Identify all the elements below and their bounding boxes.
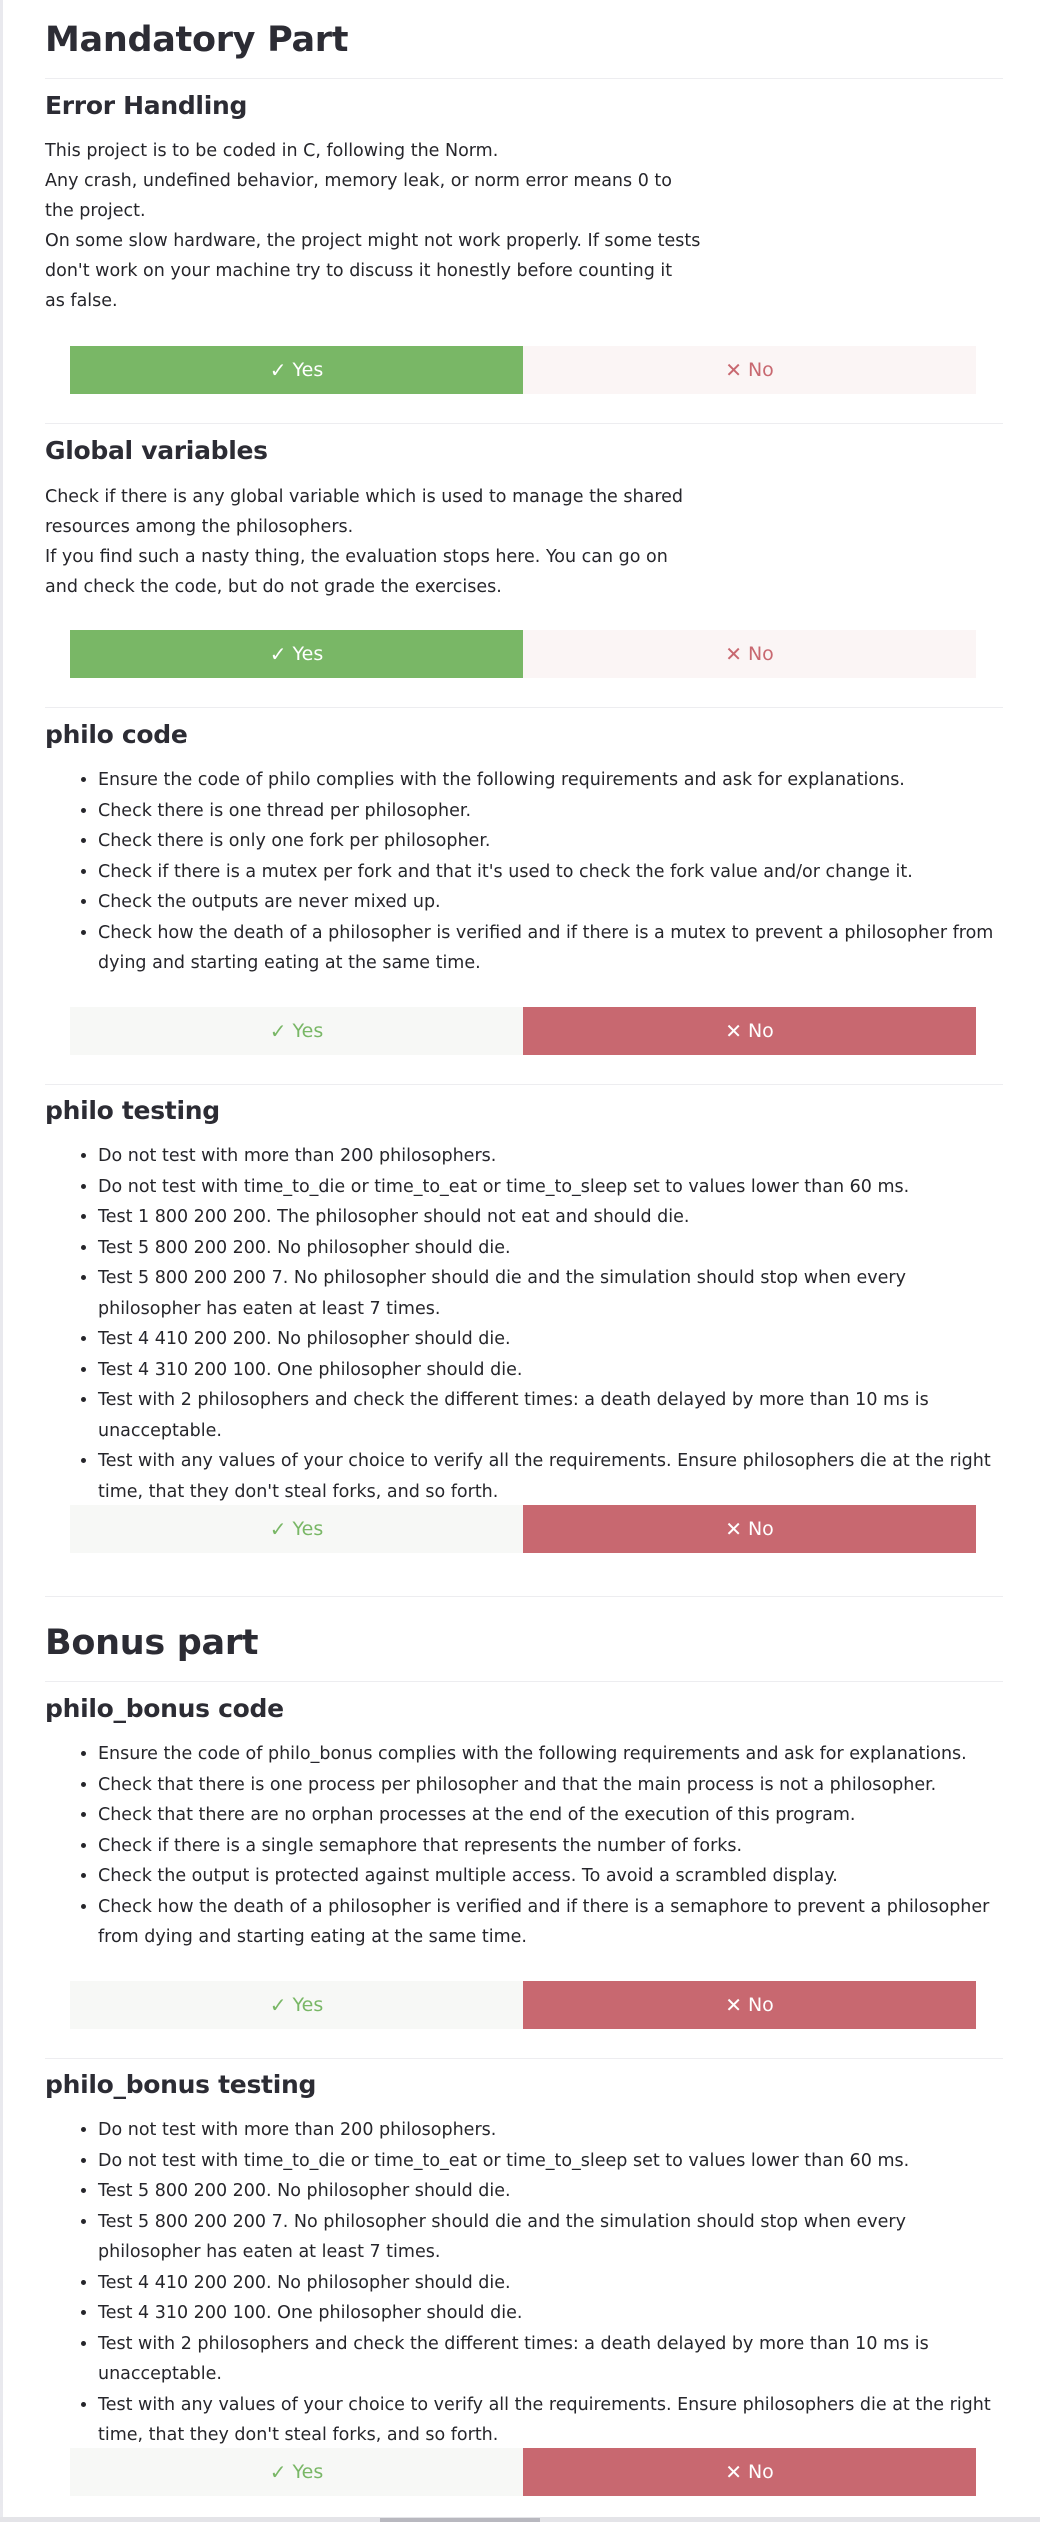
- check-icon: ✓: [269, 1993, 287, 2017]
- error-handling-description: This project is to be coded in C, follow…: [45, 136, 700, 316]
- yes-label: Yes: [292, 643, 324, 665]
- philo-bonus-code-title: philo_bonus code: [45, 1694, 284, 1723]
- divider: [45, 1596, 1003, 1597]
- philo-code-no-button[interactable]: ✕ No: [523, 1007, 976, 1055]
- list-item: Test 5 800 200 200 7. No philosopher sho…: [98, 2207, 1005, 2268]
- description-line: the project.: [45, 201, 146, 221]
- check-icon: ✓: [269, 358, 287, 382]
- list-item: Do not test with more than 200 philosoph…: [98, 1141, 1005, 1172]
- list-item: Do not test with time_to_die or time_to_…: [98, 1172, 1005, 1203]
- list-item: Check if there is a mutex per fork and t…: [98, 857, 1005, 888]
- global-variables-yes-button[interactable]: ✓ Yes: [70, 630, 523, 678]
- list-item: Test with 2 philosophers and check the d…: [98, 2329, 1005, 2390]
- no-label: No: [747, 2461, 774, 2483]
- check-icon: ✓: [269, 2460, 287, 2484]
- list-item: Check the outputs are never mixed up.: [98, 887, 1005, 918]
- philo-bonus-code-no-button[interactable]: ✕ No: [523, 1981, 976, 2029]
- yes-label: Yes: [292, 1518, 324, 1540]
- error-handling-title: Error Handling: [45, 91, 248, 120]
- philo-testing-no-button[interactable]: ✕ No: [523, 1505, 976, 1553]
- check-icon: ✓: [269, 1517, 287, 1541]
- divider: [45, 707, 1003, 708]
- list-item: Ensure the code of philo_bonus complies …: [98, 1739, 1005, 1770]
- yes-label: Yes: [292, 1020, 324, 1042]
- list-item: Ensure the code of philo complies with t…: [98, 765, 1005, 796]
- cross-icon: ✕: [725, 1019, 742, 1043]
- philo-bonus-code-yes-button[interactable]: ✓ Yes: [70, 1981, 523, 2029]
- list-item: Check there is only one fork per philoso…: [98, 826, 1005, 857]
- bonus-part-title: Bonus part: [45, 1623, 259, 1663]
- philo-bonus-testing-checklist: Do not test with more than 200 philosoph…: [45, 2115, 1005, 2451]
- mandatory-part-title: Mandatory Part: [45, 20, 349, 60]
- cross-icon: ✕: [725, 1517, 742, 1541]
- list-item: Test 1 800 200 200. The philosopher shou…: [98, 1202, 1005, 1233]
- yes-label: Yes: [292, 2461, 324, 2483]
- list-item: Test 4 410 200 200. No philosopher shoul…: [98, 1324, 1005, 1355]
- cross-icon: ✕: [725, 358, 742, 382]
- philo-testing-title: philo testing: [45, 1096, 220, 1125]
- no-label: No: [747, 1518, 774, 1540]
- list-item: Test 4 310 200 100. One philosopher shou…: [98, 1355, 1005, 1386]
- yes-label: Yes: [292, 1994, 324, 2016]
- bottom-scrollbar-thumb[interactable]: [380, 2518, 540, 2522]
- list-item: Check how the death of a philosopher is …: [98, 918, 1005, 979]
- description-line: Any crash, undefined behavior, memory le…: [45, 171, 672, 191]
- philo-bonus-testing-no-button[interactable]: ✕ No: [523, 2448, 976, 2496]
- philo-bonus-code-checklist: Ensure the code of philo_bonus complies …: [45, 1739, 1005, 1953]
- list-item: Check that there is one process per phil…: [98, 1770, 1005, 1801]
- left-border: [0, 0, 3, 2522]
- philo-code-title: philo code: [45, 720, 188, 749]
- philo-bonus-testing-yes-button[interactable]: ✓ Yes: [70, 2448, 523, 2496]
- list-item: Check that there are no orphan processes…: [98, 1800, 1005, 1831]
- list-item: Test with 2 philosophers and check the d…: [98, 1385, 1005, 1446]
- philo-code-checklist: Ensure the code of philo complies with t…: [45, 765, 1005, 979]
- description-line: On some slow hardware, the project might…: [45, 231, 701, 251]
- list-item: Test 4 410 200 200. No philosopher shoul…: [98, 2268, 1005, 2299]
- divider: [45, 1084, 1003, 1085]
- divider: [45, 2058, 1003, 2059]
- list-item: Check there is one thread per philosophe…: [98, 796, 1005, 827]
- error-handling-no-button[interactable]: ✕ No: [523, 346, 976, 394]
- list-item: Check if there is a single semaphore tha…: [98, 1831, 1005, 1862]
- list-item: Test 5 800 200 200. No philosopher shoul…: [98, 1233, 1005, 1264]
- check-icon: ✓: [269, 642, 287, 666]
- list-item: Test 4 310 200 100. One philosopher shou…: [98, 2298, 1005, 2329]
- list-item: Test with any values of your choice to v…: [98, 2390, 1005, 2451]
- description-line: resources among the philosophers.: [45, 517, 354, 537]
- divider: [45, 1681, 1003, 1682]
- no-label: No: [747, 643, 774, 665]
- description-line: don't work on your machine try to discus…: [45, 261, 673, 281]
- evaluation-page: Mandatory Part Error Handling This proje…: [0, 0, 1040, 2522]
- list-item: Do not test with time_to_die or time_to_…: [98, 2146, 1005, 2177]
- description-line: as false.: [45, 291, 118, 311]
- yes-label: Yes: [292, 359, 324, 381]
- cross-icon: ✕: [725, 642, 742, 666]
- philo-bonus-testing-title: philo_bonus testing: [45, 2070, 317, 2099]
- philo-testing-yes-button[interactable]: ✓ Yes: [70, 1505, 523, 1553]
- philo-code-yes-button[interactable]: ✓ Yes: [70, 1007, 523, 1055]
- global-variables-title: Global variables: [45, 436, 268, 465]
- cross-icon: ✕: [725, 1993, 742, 2017]
- list-item: Check the output is protected against mu…: [98, 1861, 1005, 1892]
- description-line: and check the code, but do not grade the…: [45, 577, 502, 597]
- description-line: If you find such a nasty thing, the eval…: [45, 547, 668, 567]
- cross-icon: ✕: [725, 2460, 742, 2484]
- divider: [45, 78, 1003, 79]
- no-label: No: [747, 1020, 774, 1042]
- list-item: Test 5 800 200 200 7. No philosopher sho…: [98, 1263, 1005, 1324]
- error-handling-yes-button[interactable]: ✓ Yes: [70, 346, 523, 394]
- description-line: This project is to be coded in C, follow…: [45, 141, 499, 161]
- list-item: Check how the death of a philosopher is …: [98, 1892, 1005, 1953]
- global-variables-description: Check if there is any global variable wh…: [45, 482, 683, 602]
- divider: [45, 423, 1003, 424]
- global-variables-no-button[interactable]: ✕ No: [523, 630, 976, 678]
- list-item: Do not test with more than 200 philosoph…: [98, 2115, 1005, 2146]
- list-item: Test with any values of your choice to v…: [98, 1446, 1005, 1507]
- no-label: No: [747, 1994, 774, 2016]
- list-item: Test 5 800 200 200. No philosopher shoul…: [98, 2176, 1005, 2207]
- check-icon: ✓: [269, 1019, 287, 1043]
- no-label: No: [747, 359, 774, 381]
- philo-testing-checklist: Do not test with more than 200 philosoph…: [45, 1141, 1005, 1507]
- description-line: Check if there is any global variable wh…: [45, 487, 683, 507]
